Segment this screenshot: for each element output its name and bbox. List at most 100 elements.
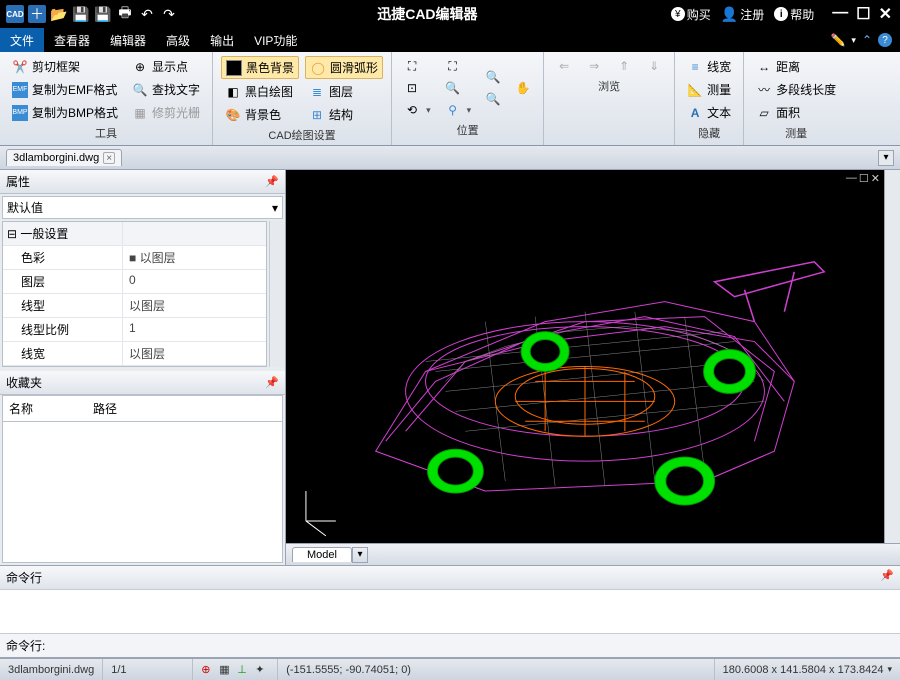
black-bg-button[interactable]: 黑色背景 bbox=[221, 56, 299, 79]
model-tab-dropdown[interactable]: ▾ bbox=[352, 547, 368, 563]
nav-down-button[interactable]: ⇓ bbox=[642, 56, 666, 76]
menu-editor[interactable]: 编辑器 bbox=[100, 28, 156, 52]
register-link[interactable]: 👤注册 bbox=[721, 6, 764, 23]
distance-button[interactable]: ↔距离 bbox=[752, 56, 840, 77]
copy-bmp-button[interactable]: BMP复制为BMP格式 bbox=[8, 102, 122, 123]
nav-right-button[interactable]: ⇒ bbox=[582, 56, 606, 76]
menu-viewer[interactable]: 查看器 bbox=[44, 28, 100, 52]
zoom-fit-button[interactable]: ⛶ bbox=[441, 56, 476, 76]
zoom-in-button[interactable]: 🔍 bbox=[481, 67, 505, 87]
pin-icon[interactable]: 📌 bbox=[265, 175, 279, 188]
lineweight-icon: ≡ bbox=[687, 59, 703, 75]
menu-help-icon[interactable]: ? bbox=[878, 33, 892, 47]
find-icon: 🔍 bbox=[132, 82, 148, 98]
ribbon-group-position: 位置 bbox=[400, 122, 535, 138]
zoom-reset-button[interactable]: ⟲▾ bbox=[400, 100, 435, 120]
tab-dropdown-button[interactable]: ▾ bbox=[878, 150, 894, 166]
buy-link[interactable]: ¥购买 bbox=[671, 6, 711, 23]
prop-row-color[interactable]: 色彩■ 以图层 bbox=[3, 246, 266, 270]
ribbon-group-browse: 浏览 bbox=[552, 78, 666, 94]
arrow-left-icon: ⇐ bbox=[556, 58, 572, 74]
viewport-max-icon[interactable]: ☐ bbox=[859, 172, 869, 185]
status-coords: (-151.5555; -90.74051; 0) bbox=[278, 659, 714, 680]
model-tab[interactable]: Model bbox=[292, 547, 352, 562]
properties-title: 属性 bbox=[6, 173, 30, 190]
command-history bbox=[0, 590, 900, 634]
arrow-up-icon: ⇑ bbox=[616, 58, 632, 74]
zoom-out2-icon: 🔍 bbox=[485, 91, 501, 107]
minimize-button[interactable]: — bbox=[832, 4, 848, 24]
zoom-window-button[interactable]: ⛶ bbox=[400, 56, 435, 76]
structure-button[interactable]: ⊞结构 bbox=[305, 104, 383, 125]
pin-icon[interactable]: 📌 bbox=[265, 376, 279, 389]
pin-icon[interactable]: 📌 bbox=[880, 569, 894, 586]
target-icon: ⊕ bbox=[132, 59, 148, 75]
prop-row-layer[interactable]: 图层0 bbox=[3, 270, 266, 294]
maximize-button[interactable]: ☐ bbox=[856, 4, 870, 24]
saveas-icon[interactable]: 💾 bbox=[94, 5, 112, 23]
help-link[interactable]: i帮助 bbox=[774, 6, 814, 23]
pan-button[interactable]: ✋ bbox=[511, 78, 535, 98]
close-tab-icon[interactable]: × bbox=[103, 152, 115, 164]
copy-emf-button[interactable]: EMF复制为EMF格式 bbox=[8, 79, 122, 100]
open-icon[interactable]: 📂 bbox=[50, 5, 68, 23]
viewport-scrollbar[interactable] bbox=[884, 170, 900, 543]
trim-icon: ▦ bbox=[132, 105, 148, 121]
menu-advanced[interactable]: 高级 bbox=[156, 28, 200, 52]
smooth-arc-button[interactable]: ◯圆滑弧形 bbox=[305, 56, 383, 79]
palette-icon: 🎨 bbox=[225, 107, 241, 123]
bg-color-button[interactable]: 🎨背景色 bbox=[221, 104, 299, 125]
menu-vip[interactable]: VIP功能 bbox=[244, 28, 307, 52]
menu-output[interactable]: 输出 bbox=[200, 28, 244, 52]
bw-draw-button[interactable]: ◧黑白绘图 bbox=[221, 81, 299, 102]
trim-raster-button[interactable]: ▦修剪光栅 bbox=[128, 102, 204, 123]
status-dims: 180.6008 x 141.5804 x 173.8424▾ bbox=[715, 659, 900, 680]
edit-mode-icon[interactable]: ✏️ bbox=[830, 33, 845, 47]
zoom-out2-button[interactable]: 🔍 bbox=[481, 89, 505, 109]
lineweight-button[interactable]: ≡线宽 bbox=[683, 56, 735, 77]
bw-icon: ◧ bbox=[225, 84, 241, 100]
menu-minimize-icon[interactable]: ⌃ bbox=[862, 33, 872, 47]
prop-row-ltscale[interactable]: 线型比例1 bbox=[3, 318, 266, 342]
viewport-min-icon[interactable]: — bbox=[846, 172, 857, 185]
zoom-extent-button[interactable]: ⊡ bbox=[400, 78, 435, 98]
favorites-list bbox=[2, 422, 283, 563]
undo-icon[interactable]: ↶ bbox=[138, 5, 156, 23]
chevron-down-icon: ▾ bbox=[272, 201, 278, 215]
measure-button[interactable]: 📐测量 bbox=[683, 79, 735, 100]
ruler-icon: 📐 bbox=[687, 82, 703, 98]
properties-scrollbar[interactable] bbox=[269, 221, 285, 367]
collapse-icon[interactable]: ⊟ bbox=[7, 227, 17, 241]
new-icon[interactable]: ＋ bbox=[28, 5, 46, 23]
save-icon[interactable]: 💾 bbox=[72, 5, 90, 23]
print-icon[interactable]: 🖶 bbox=[116, 5, 134, 23]
area-button[interactable]: ▱面积 bbox=[752, 102, 840, 123]
drawing-viewport[interactable]: — ☐ ✕ bbox=[286, 170, 884, 543]
prop-row-linetype[interactable]: 线型以图层 bbox=[3, 294, 266, 318]
snap-icon[interactable]: ⊕ bbox=[201, 663, 215, 677]
clip-frame-button[interactable]: ✂️剪切框架 bbox=[8, 56, 122, 77]
redo-icon[interactable]: ↷ bbox=[160, 5, 178, 23]
menu-file[interactable]: 文件 bbox=[0, 28, 44, 52]
text-button[interactable]: A文本 bbox=[683, 102, 735, 123]
show-points-button[interactable]: ⊕显示点 bbox=[128, 56, 204, 77]
rotate-button[interactable]: ⚲▾ bbox=[441, 100, 476, 120]
nav-left-button[interactable]: ⇐ bbox=[552, 56, 576, 76]
command-input[interactable]: 命令行: bbox=[0, 634, 900, 658]
menu-dropdown-icon[interactable]: ▾ bbox=[851, 35, 856, 46]
layers-button[interactable]: ≣图层 bbox=[305, 81, 383, 102]
zoom-window-icon: ⛶ bbox=[404, 58, 420, 74]
polyline-length-button[interactable]: 〰多段线长度 bbox=[752, 79, 840, 100]
zoom-out-button[interactable]: 🔍 bbox=[441, 78, 476, 98]
app-icon: CAD bbox=[6, 5, 24, 23]
viewport-close-icon[interactable]: ✕ bbox=[871, 172, 880, 185]
grid-icon[interactable]: ▦ bbox=[219, 663, 233, 677]
default-dropdown[interactable]: 默认值 ▾ bbox=[2, 196, 283, 219]
polar-icon[interactable]: ✦ bbox=[255, 663, 269, 677]
close-button[interactable]: ✕ bbox=[879, 4, 892, 24]
document-tab[interactable]: 3dlamborgini.dwg × bbox=[6, 149, 122, 166]
nav-up-button[interactable]: ⇑ bbox=[612, 56, 636, 76]
ortho-icon[interactable]: ⊥ bbox=[237, 663, 251, 677]
prop-row-lineweight[interactable]: 线宽以图层 bbox=[3, 342, 266, 366]
find-text-button[interactable]: 🔍查找文字 bbox=[128, 79, 204, 100]
